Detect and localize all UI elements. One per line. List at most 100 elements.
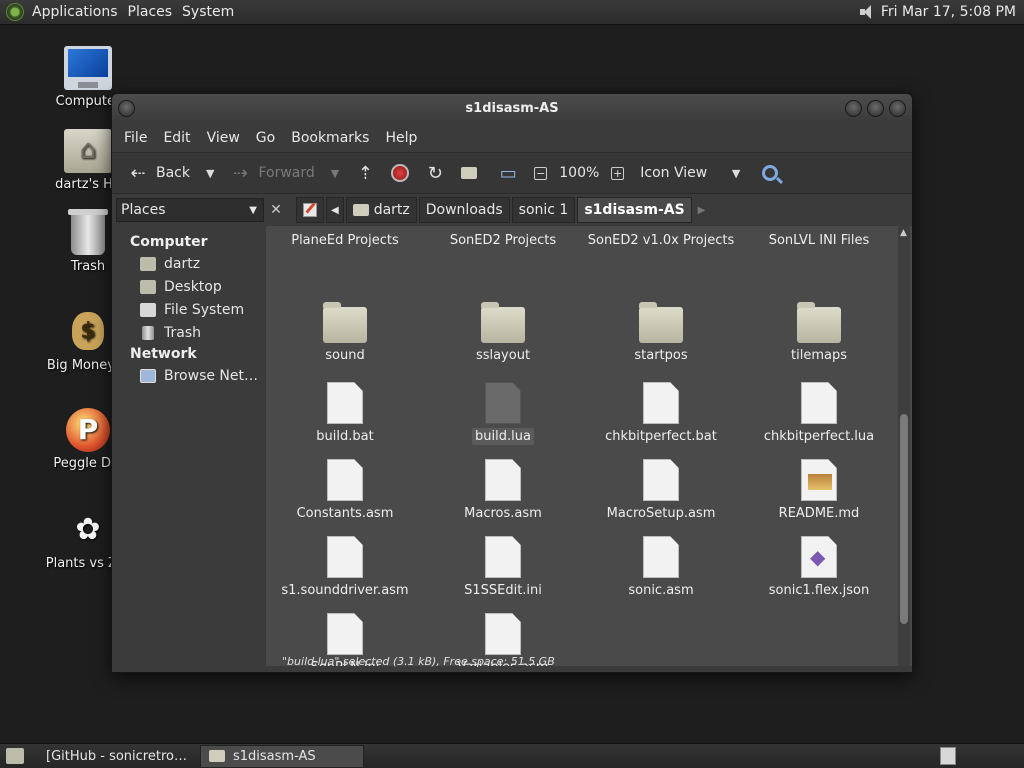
trash-icon: [142, 325, 154, 340]
back-history-dropdown[interactable]: ▼: [200, 167, 220, 180]
breadcrumb-label: sonic 1: [518, 202, 569, 218]
file-item[interactable]: S1SSEdit.ini: [424, 534, 582, 611]
computer-button[interactable]: ▭: [492, 158, 524, 188]
scroll-up-arrow-icon[interactable]: ▲: [900, 228, 907, 238]
file-label: sound: [325, 348, 365, 363]
places-menu[interactable]: Places: [126, 4, 181, 20]
menu-edit[interactable]: Edit: [155, 130, 198, 146]
breadcrumb-dartz[interactable]: dartz: [345, 197, 417, 223]
file-item[interactable]: sonic1.flex.json: [740, 534, 898, 611]
file-item[interactable]: chkbitperfect.bat: [582, 380, 740, 457]
forward-history-dropdown[interactable]: ▼: [325, 167, 345, 180]
task-label: [GitHub - sonicretro…: [46, 748, 187, 764]
file-icon: [327, 613, 363, 655]
file-item[interactable]: s1.sounddriver.asm: [266, 534, 424, 611]
file-item[interactable]: build.bat: [266, 380, 424, 457]
desktop-folder-icon: [140, 279, 156, 294]
zoom-out-button[interactable]: −: [528, 158, 553, 188]
window-menu-button[interactable]: [118, 100, 135, 117]
file-label: sonic.asm: [628, 583, 694, 598]
window-titlebar[interactable]: s1disasm-AS: [112, 94, 912, 124]
menu-view[interactable]: View: [199, 130, 248, 146]
folder-item[interactable]: PlaneEd Projects: [266, 226, 424, 303]
file-item[interactable]: chkbitperfect.lua: [740, 380, 898, 457]
vertical-scrollbar[interactable]: ▲: [898, 226, 910, 666]
breadcrumb-label: Downloads: [425, 202, 503, 218]
menu-help[interactable]: Help: [377, 130, 425, 146]
document-image-icon: [801, 459, 837, 501]
sidebar-item-dartz[interactable]: dartz: [112, 252, 264, 275]
menu-go[interactable]: Go: [248, 130, 283, 146]
stop-button[interactable]: [385, 158, 415, 188]
home-button[interactable]: [455, 158, 488, 188]
content-area: Computer dartz Desktop File System Trash…: [112, 226, 912, 672]
sidebar-item-browse-network[interactable]: Browse Net…: [112, 364, 264, 387]
menubar: File Edit View Go Bookmarks Help: [112, 124, 912, 152]
maximize-button[interactable]: [867, 100, 884, 117]
task-browser[interactable]: [GitHub - sonicretro…: [30, 745, 194, 768]
file-label: SonED2 Projects: [449, 233, 557, 248]
forward-button[interactable]: ⇢ Forward: [224, 158, 320, 188]
show-desktop-button[interactable]: [6, 748, 24, 764]
search-button[interactable]: [756, 158, 784, 188]
file-item[interactable]: sonic.asm: [582, 534, 740, 611]
system-menu[interactable]: System: [180, 4, 242, 20]
folder-item[interactable]: SonLVL INI Files: [740, 226, 898, 303]
file-label: README.md: [778, 506, 860, 521]
zoom-in-icon: +: [611, 166, 625, 180]
breadcrumb-downloads[interactable]: Downloads: [418, 197, 510, 223]
status-bar: "build.lua" selected (3.1 kB), Free spac…: [282, 655, 555, 668]
breadcrumb-s1disasm-as[interactable]: s1disasm-AS: [577, 197, 692, 223]
file-item[interactable]: Macros.asm: [424, 457, 582, 534]
file-icon: [327, 536, 363, 578]
file-item[interactable]: Constants.asm: [266, 457, 424, 534]
workspace-switcher[interactable]: [940, 747, 956, 765]
folder-item[interactable]: SonED2 Projects: [424, 226, 582, 303]
sidebar-item-label: dartz: [164, 255, 201, 272]
folder-icon: [481, 302, 525, 343]
view-mode-label: Icon View: [640, 165, 708, 181]
sidebar-selector-label: Places: [121, 202, 166, 218]
file-label: MacroSetup.asm: [606, 506, 716, 521]
sidebar-item-file-system[interactable]: File System: [112, 298, 264, 321]
minimize-button[interactable]: [845, 100, 862, 117]
reload-button[interactable]: ↻: [419, 158, 451, 188]
volume-icon[interactable]: [859, 4, 875, 20]
file-label: PlaneEd Projects: [291, 233, 399, 248]
view-mode-select[interactable]: Icon View ▼: [634, 158, 752, 188]
close-sidebar-button[interactable]: ✕: [266, 199, 286, 221]
up-button[interactable]: ⇡: [349, 158, 381, 188]
sidebar-selector[interactable]: Places ▼: [116, 198, 264, 222]
edit-icon: [303, 203, 317, 217]
zoom-in-button[interactable]: +: [605, 158, 630, 188]
menu-file[interactable]: File: [116, 130, 155, 146]
computer-icon: ▭: [499, 162, 517, 184]
home-folder-icon: [64, 129, 112, 173]
breadcrumb-scroll-right[interactable]: ▶: [694, 197, 710, 223]
folder-item[interactable]: tilemaps: [740, 302, 898, 380]
sidebar-item-desktop[interactable]: Desktop: [112, 275, 264, 298]
task-file-manager[interactable]: s1disasm-AS: [200, 744, 364, 768]
file-item[interactable]: README.md: [740, 457, 898, 534]
file-item[interactable]: build.lua: [424, 380, 582, 457]
menu-bookmarks[interactable]: Bookmarks: [283, 130, 377, 146]
distro-logo-icon[interactable]: [6, 3, 24, 21]
clock[interactable]: Fri Mar 17, 5:08 PM: [881, 4, 1016, 20]
folder-item[interactable]: startpos: [582, 302, 740, 380]
file-item[interactable]: MacroSetup.asm: [582, 457, 740, 534]
back-button[interactable]: ⇠ Back: [122, 158, 196, 188]
folder-item[interactable]: sound: [266, 302, 424, 380]
folder-item[interactable]: SonED2 v1.0x Projects: [582, 226, 740, 303]
file-label: Macros.asm: [464, 506, 542, 521]
icon-view[interactable]: PlaneEd Projects SonED2 Projects SonED2 v1…: [266, 226, 912, 666]
sidebar-item-trash[interactable]: Trash: [112, 321, 264, 344]
applications-menu[interactable]: Applications: [30, 4, 126, 20]
toggle-location-entry-button[interactable]: [296, 197, 324, 223]
json-file-icon: [801, 536, 837, 578]
folder-icon: [323, 302, 367, 343]
folder-item[interactable]: sslayout: [424, 302, 582, 380]
breadcrumb-sonic-1[interactable]: sonic 1: [511, 197, 576, 223]
close-button[interactable]: [889, 100, 906, 117]
breadcrumb-scroll-left[interactable]: ◀: [326, 197, 344, 223]
scrollbar-thumb[interactable]: [900, 414, 908, 624]
